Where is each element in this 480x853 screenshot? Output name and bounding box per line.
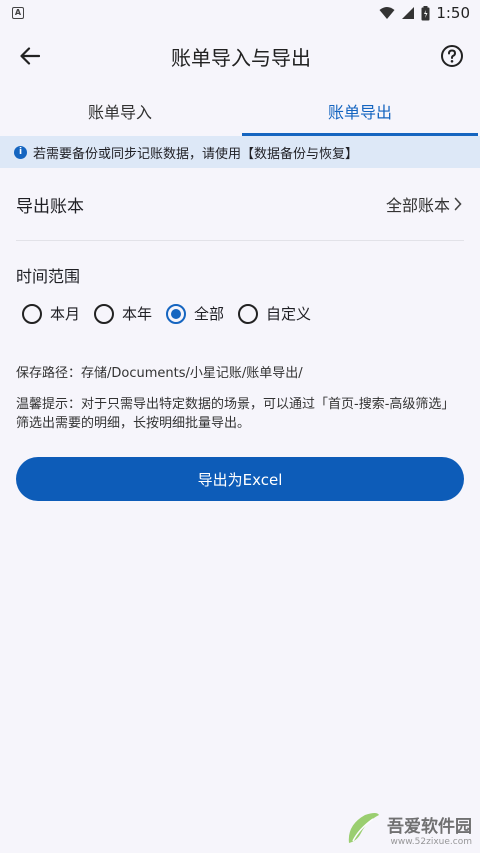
- notification-icon: A: [12, 7, 24, 19]
- tab-export[interactable]: 账单导出: [240, 86, 480, 136]
- export-book-row[interactable]: 导出账本 全部账本: [0, 168, 480, 240]
- wifi-icon: [379, 7, 395, 19]
- watermark-logo-icon: [348, 813, 379, 843]
- watermark: 吾爱软件园 www.52zixue.com: [343, 809, 472, 849]
- help-circle-icon: [441, 45, 463, 67]
- export-book-label: 导出账本: [16, 196, 84, 217]
- tab-bar: 账单导入 账单导出: [0, 86, 480, 136]
- banner-text: 若需要备份或同步记账数据，请使用【数据备份与恢复】: [33, 146, 359, 162]
- battery-icon: [421, 5, 430, 20]
- radio-circle[interactable]: [94, 303, 115, 324]
- radio-circle[interactable]: [22, 303, 42, 324]
- radio-label: 本月: [50, 305, 81, 323]
- radio-this-year[interactable]: 本年: [94, 303, 152, 324]
- info-icon: i: [14, 145, 27, 159]
- tip-text: 温馨提示：对于只需导出特定数据的场景，可以通过「首页-搜索-高级筛选」筛选出需要…: [16, 397, 455, 431]
- radio-label: 本年: [122, 305, 153, 323]
- radio-this-month[interactable]: 本月: [22, 303, 80, 324]
- signal-icon: [402, 7, 415, 19]
- radio-all[interactable]: 全部: [166, 303, 224, 324]
- help-button[interactable]: [440, 44, 464, 68]
- watermark-url: www.52zixue.com: [390, 836, 472, 847]
- time-range-title: 时间范围: [16, 267, 81, 286]
- radio-circle[interactable]: [238, 303, 259, 324]
- save-path-text: 保存路径：存储/Documents/小星记账/账单导出/: [16, 366, 303, 381]
- app-bar: 账单导入与导出: [0, 26, 480, 86]
- export-excel-button[interactable]: 导出为Excel: [16, 457, 464, 501]
- radio-label: 自定义: [266, 305, 312, 323]
- page-title: 账单导入与导出: [171, 45, 311, 70]
- watermark-title: 吾爱软件园: [387, 816, 472, 837]
- export-book-selector[interactable]: 全部账本: [386, 192, 462, 216]
- time-range-options: 本月 本年 全部 自定义: [0, 293, 480, 324]
- export-book-value: 全部账本: [385, 196, 450, 215]
- back-button[interactable]: [18, 44, 42, 68]
- status-bar: A 1:50: [0, 0, 480, 26]
- chevron-right-icon: [454, 197, 462, 211]
- radio-circle-checked[interactable]: [166, 303, 187, 324]
- arrow-left-icon: [20, 47, 40, 65]
- info-banner[interactable]: i 若需要备份或同步记账数据，请使用【数据备份与恢复】: [0, 136, 480, 168]
- radio-label: 全部: [194, 305, 225, 323]
- radio-custom[interactable]: 自定义: [238, 303, 311, 324]
- tab-import[interactable]: 账单导入: [0, 86, 240, 136]
- status-time: 1:50: [436, 4, 470, 22]
